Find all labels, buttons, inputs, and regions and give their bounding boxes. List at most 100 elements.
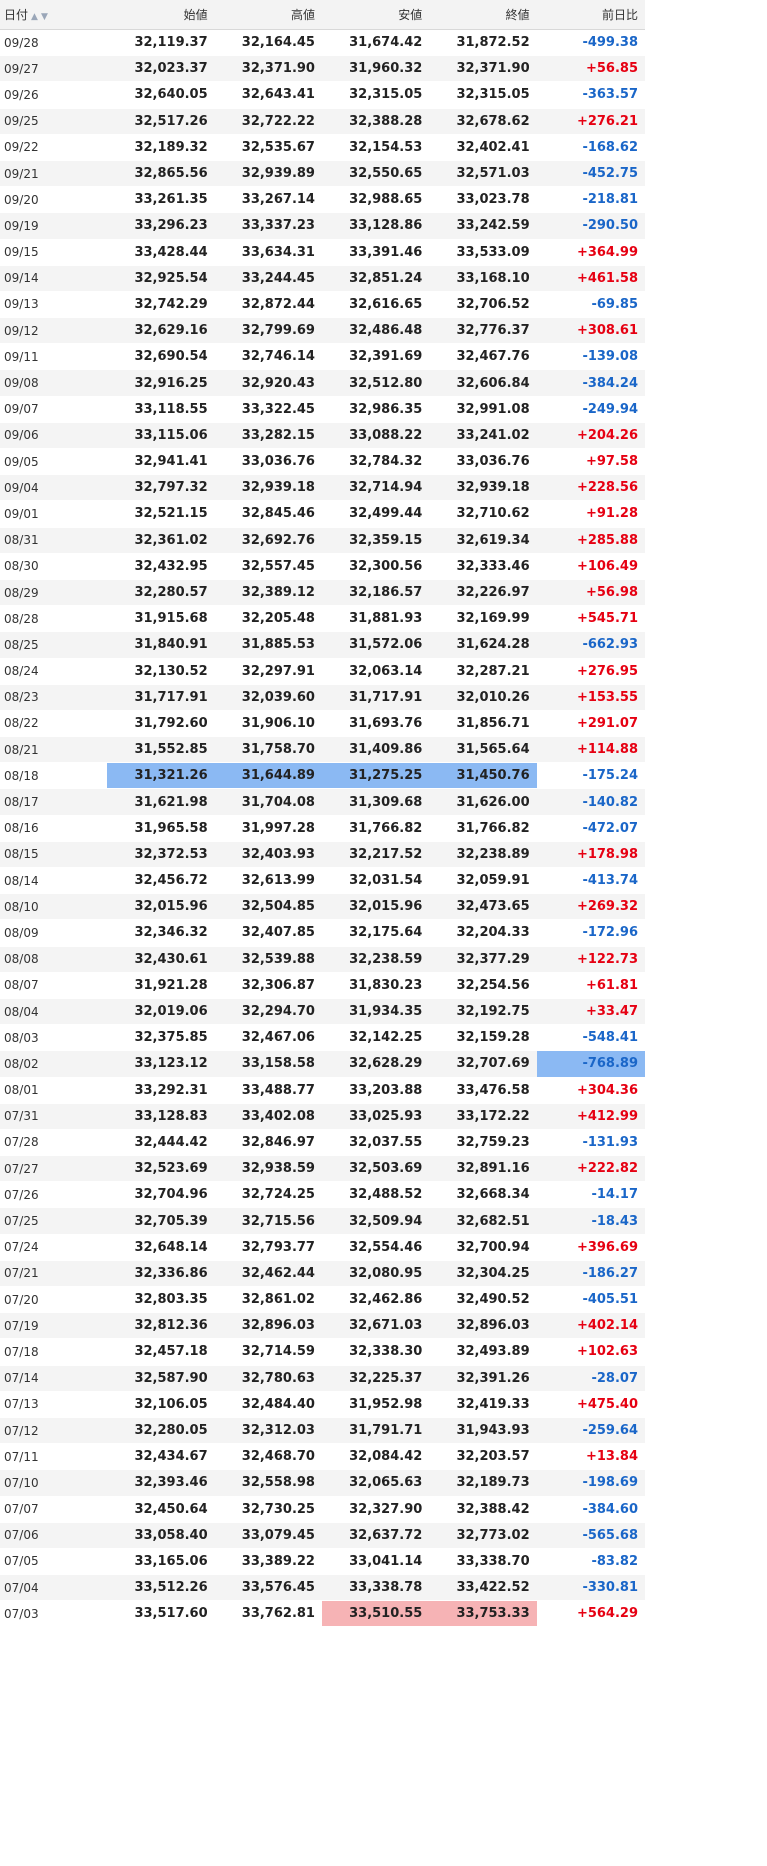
- close-cell: 33,023.78: [429, 186, 537, 214]
- table-row: 08/10 32,015.96 32,504.85 32,015.96 32,473.6…: [0, 893, 645, 921]
- low-cell: 32,315.05: [321, 81, 430, 109]
- close-cell: 33,533.09: [429, 239, 537, 266]
- table-row: 07/21 32,336.86 32,462.44 32,080.95 32,304.2…: [0, 1260, 645, 1288]
- table-row: 07/13 32,106.05 32,484.40 31,952.98 32,419.3…: [0, 1391, 645, 1418]
- high-cell: 33,282.15: [214, 422, 322, 450]
- table-row: 09/13 32,742.29 32,872.44 32,616.65 32,706.5…: [0, 291, 645, 319]
- close-cell: 32,304.25: [429, 1260, 537, 1288]
- table-row: 09/14 32,925.54 33,244.45 32,851.24 33,168.1…: [0, 265, 645, 292]
- close-cell: 33,036.76: [429, 448, 537, 476]
- date-header-label: 日付: [4, 8, 29, 22]
- date-cell: 09/04: [0, 474, 108, 502]
- change-cell: -140.82: [536, 788, 645, 816]
- open-cell: 32,865.56: [107, 160, 215, 188]
- sort-asc-icon[interactable]: ▲: [31, 12, 38, 22]
- close-column-header[interactable]: 終値: [429, 0, 537, 30]
- open-column-header[interactable]: 始値: [107, 0, 215, 30]
- change-cell: +178.98: [536, 841, 645, 869]
- table-row: 09/28 32,119.37 32,164.45 31,674.42 31,872.5…: [0, 29, 645, 57]
- date-cell: 07/10: [0, 1469, 108, 1497]
- table-row: 07/20 32,803.35 32,861.02 32,462.86 32,490.5…: [0, 1286, 645, 1314]
- high-cell: 32,872.44: [214, 291, 322, 319]
- change-cell: +91.28: [536, 500, 645, 528]
- open-cell: 33,118.55: [107, 396, 215, 423]
- date-cell: 08/22: [0, 710, 108, 738]
- high-cell: 31,885.53: [214, 631, 322, 659]
- low-cell: 31,766.82: [321, 815, 430, 842]
- low-cell: 32,986.35: [321, 396, 430, 423]
- date-column-header[interactable]: 日付 ▲ ▼: [0, 0, 108, 30]
- open-cell: 31,552.85: [107, 736, 215, 764]
- open-cell: 32,916.25: [107, 369, 215, 397]
- high-column-header[interactable]: 高値: [214, 0, 322, 30]
- date-cell: 08/15: [0, 841, 108, 869]
- low-column-header[interactable]: 安値: [321, 0, 430, 30]
- change-cell: +56.85: [536, 55, 645, 83]
- high-cell: 32,205.48: [214, 605, 322, 633]
- table-row: 07/14 32,587.90 32,780.63 32,225.37 32,391.2…: [0, 1365, 645, 1392]
- date-cell: 09/20: [0, 186, 108, 214]
- date-cell: 08/31: [0, 527, 108, 554]
- change-cell: -198.69: [536, 1469, 645, 1497]
- open-cell: 33,128.83: [107, 1103, 215, 1130]
- date-cell: 07/25: [0, 1207, 108, 1235]
- low-cell: 32,065.63: [321, 1469, 430, 1497]
- open-cell: 32,587.90: [107, 1365, 215, 1392]
- high-cell: 32,467.06: [214, 1024, 322, 1052]
- date-cell: 09/25: [0, 108, 108, 135]
- change-cell: +222.82: [536, 1155, 645, 1183]
- close-cell: 32,467.76: [429, 343, 537, 371]
- high-cell: 33,762.81: [214, 1600, 322, 1628]
- change-cell: +97.58: [536, 448, 645, 476]
- table-row: 09/25 32,517.26 32,722.22 32,388.28 32,678.6…: [0, 108, 645, 135]
- table-row: 07/24 32,648.14 32,793.77 32,554.46 32,700.9…: [0, 1234, 645, 1261]
- high-cell: 31,906.10: [214, 710, 322, 738]
- table-row: 08/23 31,717.91 32,039.60 31,717.91 32,010.2…: [0, 684, 645, 711]
- change-cell: -69.85: [536, 291, 645, 319]
- date-cell: 07/24: [0, 1234, 108, 1261]
- close-cell: 32,226.97: [429, 579, 537, 607]
- high-cell: 32,780.63: [214, 1365, 322, 1392]
- table-row: 09/22 32,189.32 32,535.67 32,154.53 32,402.4…: [0, 134, 645, 161]
- open-cell: 32,521.15: [107, 500, 215, 528]
- change-cell: -330.81: [536, 1574, 645, 1602]
- date-cell: 07/12: [0, 1417, 108, 1445]
- open-cell: 32,130.52: [107, 658, 215, 685]
- table-row: 09/15 33,428.44 33,634.31 33,391.46 33,533.0…: [0, 239, 645, 266]
- change-cell: -131.93: [536, 1129, 645, 1157]
- high-cell: 32,746.14: [214, 343, 322, 371]
- change-cell: +396.69: [536, 1234, 645, 1261]
- low-cell: 32,084.42: [321, 1443, 430, 1471]
- low-cell: 32,037.55: [321, 1129, 430, 1157]
- open-cell: 32,812.36: [107, 1312, 215, 1340]
- date-cell: 09/05: [0, 448, 108, 476]
- change-cell: -18.43: [536, 1207, 645, 1235]
- sort-desc-icon[interactable]: ▼: [41, 12, 48, 22]
- open-cell: 31,621.98: [107, 788, 215, 816]
- close-cell: 32,678.62: [429, 108, 537, 135]
- change-cell: +33.47: [536, 998, 645, 1026]
- high-cell: 32,939.18: [214, 474, 322, 502]
- change-cell: +461.58: [536, 265, 645, 292]
- open-cell: 32,450.64: [107, 1496, 215, 1523]
- change-cell: +56.98: [536, 579, 645, 607]
- low-cell: 32,015.96: [321, 893, 430, 921]
- table-row: 08/14 32,456.72 32,613.99 32,031.54 32,059.9…: [0, 867, 645, 895]
- date-cell: 08/28: [0, 605, 108, 633]
- high-cell: 32,484.40: [214, 1391, 322, 1418]
- change-column-header[interactable]: 前日比: [536, 0, 645, 30]
- date-cell: 09/15: [0, 239, 108, 266]
- table-row: 08/18 31,321.26 31,644.89 31,275.25 31,450.7…: [0, 762, 645, 790]
- high-cell: 31,704.08: [214, 788, 322, 816]
- change-cell: -413.74: [536, 867, 645, 895]
- table-row: 08/15 32,372.53 32,403.93 32,217.52 32,238.8…: [0, 841, 645, 869]
- table-row: 07/26 32,704.96 32,724.25 32,488.52 32,668.3…: [0, 1181, 645, 1209]
- open-cell: 32,430.61: [107, 946, 215, 973]
- open-cell: 32,346.32: [107, 919, 215, 947]
- open-cell: 32,434.67: [107, 1443, 215, 1471]
- table-row: 07/03 33,517.60 33,762.81 33,510.55 33,753.3…: [0, 1600, 645, 1628]
- high-cell: 32,164.45: [214, 29, 322, 57]
- close-cell: 32,238.89: [429, 841, 537, 869]
- close-cell: 32,388.42: [429, 1496, 537, 1523]
- high-cell: 32,039.60: [214, 684, 322, 711]
